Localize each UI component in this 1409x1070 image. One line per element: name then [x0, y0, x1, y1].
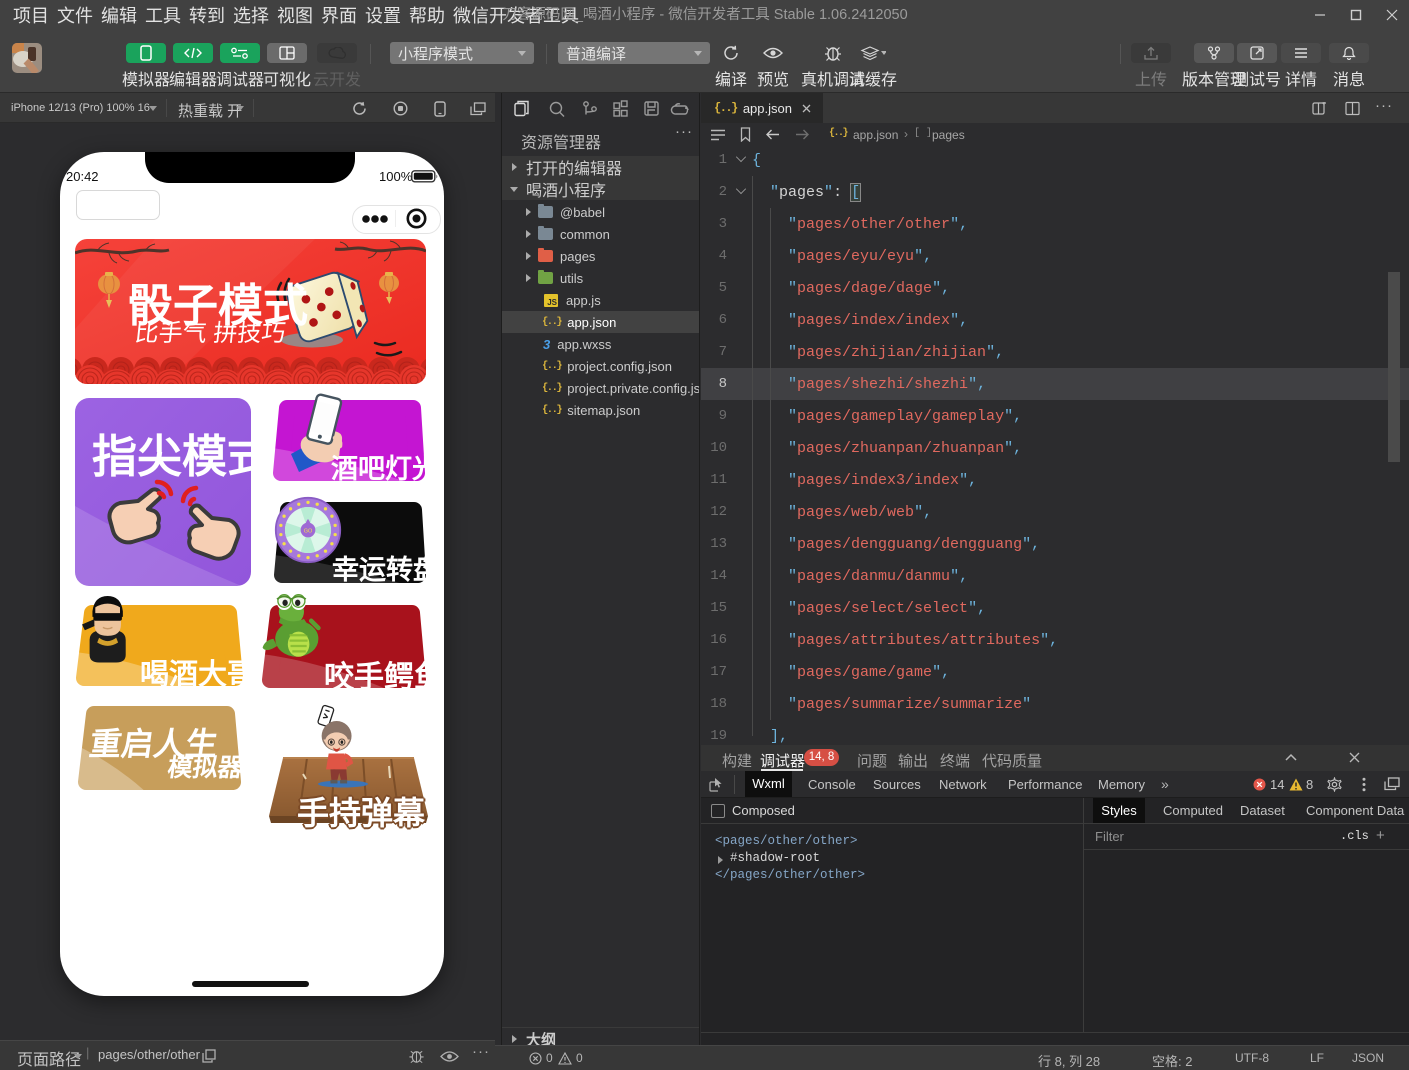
svg-text:GO: GO: [304, 528, 313, 534]
